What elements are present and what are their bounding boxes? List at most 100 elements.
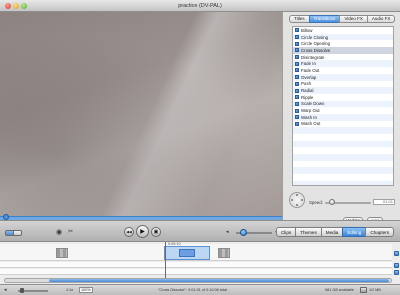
list-item[interactable]: Fade Out	[293, 67, 393, 74]
audio-track-1-checkbox[interactable]	[394, 263, 399, 268]
zoom-label: 1:1x	[66, 287, 74, 292]
transition-icon	[295, 41, 299, 46]
transition-icon	[295, 101, 299, 106]
transition-icon	[295, 108, 299, 113]
list-item[interactable]: Disintegrate	[293, 54, 393, 61]
empty-list-row	[293, 154, 393, 161]
transition-label: Disintegrate	[301, 54, 325, 60]
transition-label: Wash Out	[301, 121, 321, 127]
transition-icon	[295, 115, 299, 120]
transition-label: Fade Out	[301, 67, 320, 73]
status-bar: ◂ 1:1x 100% "Cross Dissolve": 0:01:01 of…	[0, 284, 400, 295]
disk-space: 981 GB available	[325, 287, 354, 292]
timeline-view-icon[interactable]	[13, 230, 22, 236]
tab-audio-fx[interactable]: Audio FX	[366, 15, 396, 23]
rewind-icon: ◀◀	[126, 230, 132, 234]
direction-dot-bottom[interactable]	[296, 204, 298, 206]
speed-label: Speed:	[309, 200, 323, 205]
transition-label: Overlap	[301, 74, 317, 80]
empty-list-row	[293, 174, 393, 181]
zoom-field[interactable]: 100%	[79, 287, 93, 293]
title-bar: practice (DV-PAL)	[0, 0, 400, 12]
empty-list-row	[293, 140, 393, 148]
direction-dot-right[interactable]	[301, 199, 303, 201]
status-message: "Cross Dissolve": 0:01:01 of 0:10:06 tot…	[158, 287, 227, 292]
tab-chapters[interactable]: Chapters	[365, 227, 394, 237]
empty-list-row	[293, 167, 393, 175]
list-item[interactable]: Circle Opening	[293, 40, 393, 47]
list-item[interactable]: Ripple	[293, 94, 393, 101]
speed-slider-thumb[interactable]	[329, 199, 335, 205]
list-item[interactable]: Circle Closing	[293, 33, 393, 41]
pane-tabs: Titles Transitions Video FX Audio FX	[289, 15, 396, 23]
list-item[interactable]: Warp Out	[293, 107, 393, 114]
video-viewer[interactable]	[0, 12, 282, 216]
transition-icon	[295, 61, 299, 66]
direction-dot-left[interactable]	[291, 199, 293, 201]
tab-titles[interactable]: Titles	[289, 15, 310, 23]
zoom-slider-thumb[interactable]	[20, 288, 24, 293]
tab-media[interactable]: Media	[320, 227, 344, 237]
timeline[interactable]: 0:05:10	[0, 242, 400, 284]
list-item[interactable]: Scale Down	[293, 100, 393, 108]
video-clip[interactable]	[56, 248, 68, 258]
volume-slider-thumb[interactable]	[239, 229, 247, 236]
empty-list-row	[293, 147, 393, 154]
timeline-scrollbar-thumb[interactable]	[49, 279, 389, 282]
audio-track-2[interactable]	[0, 269, 392, 275]
tab-video-fx[interactable]: Video FX	[339, 15, 368, 23]
empty-list-row	[293, 161, 393, 168]
transition-icon	[295, 28, 299, 33]
list-item[interactable]: Fade In	[293, 60, 393, 68]
video-track-checkbox[interactable]	[394, 251, 399, 256]
playhead[interactable]	[164, 242, 166, 280]
list-item[interactable]: Overlap	[293, 73, 393, 81]
scissors-icon[interactable]: ✂	[68, 229, 73, 236]
transition-label: Circle Opening	[301, 41, 331, 47]
audio-track-2-checkbox[interactable]	[394, 270, 399, 275]
transition-clip[interactable]	[164, 246, 210, 260]
rewind-button[interactable]: ◀◀	[124, 227, 134, 237]
window-title: practice (DV-PAL)	[178, 3, 222, 9]
list-item[interactable]: Billow	[293, 27, 393, 34]
transition-icon	[295, 88, 299, 93]
direction-dot-top[interactable]	[296, 194, 298, 196]
transition-label: Fade In	[301, 61, 316, 67]
zoom-out-icon[interactable]: ◂	[4, 287, 7, 294]
play-button[interactable]: ▶	[136, 225, 149, 238]
transition-icon	[295, 75, 299, 80]
transition-icon	[295, 55, 299, 60]
transition-label: Radial	[301, 88, 314, 94]
disk-size: 1G MB	[369, 287, 381, 292]
transition-icon	[295, 81, 299, 86]
tab-themes[interactable]: Themes	[295, 227, 322, 237]
list-item[interactable]: Cross Dissolve	[293, 47, 393, 54]
direction-wheel[interactable]	[289, 192, 305, 208]
transition-label: Wash In	[301, 114, 317, 120]
list-item[interactable]: Wash In	[293, 113, 393, 121]
transition-label: Push	[301, 81, 312, 87]
speed-value-field[interactable]: 01:01	[373, 199, 395, 205]
tab-editing[interactable]: Editing	[342, 227, 367, 237]
video-clip[interactable]	[218, 248, 230, 258]
transition-marker	[179, 249, 195, 257]
fullscreen-icon: ▣	[153, 229, 159, 235]
tab-transitions[interactable]: Transitions	[308, 15, 341, 23]
tab-clips[interactable]: Clips	[275, 227, 297, 237]
transition-icon	[295, 48, 299, 53]
timeline-scrollbar[interactable]	[4, 278, 392, 283]
transitions-pane: Titles Transitions Video FX Audio FX Bil…	[282, 12, 400, 224]
volume-low-icon: ◂	[226, 229, 229, 235]
audio-track-1[interactable]	[0, 262, 392, 268]
fullscreen-button[interactable]: ▣	[151, 227, 161, 237]
empty-list-row	[293, 180, 393, 185]
transition-label: Ripple	[301, 94, 314, 100]
main-toolbar: ◉ ✂ ◀◀ ▶ ▣ ◂ ◂) Clips Themes Media Editi…	[0, 220, 400, 242]
list-item[interactable]: Wash Out	[293, 121, 393, 128]
camera-icon[interactable]: ◉	[56, 229, 62, 236]
empty-list-row	[293, 134, 393, 141]
transition-label: Billow	[301, 27, 313, 33]
list-item[interactable]: Radial	[293, 87, 393, 94]
transitions-list[interactable]: Billow Circle Closing Circle Opening Cross …	[292, 26, 394, 186]
list-item[interactable]: Push	[293, 81, 393, 88]
